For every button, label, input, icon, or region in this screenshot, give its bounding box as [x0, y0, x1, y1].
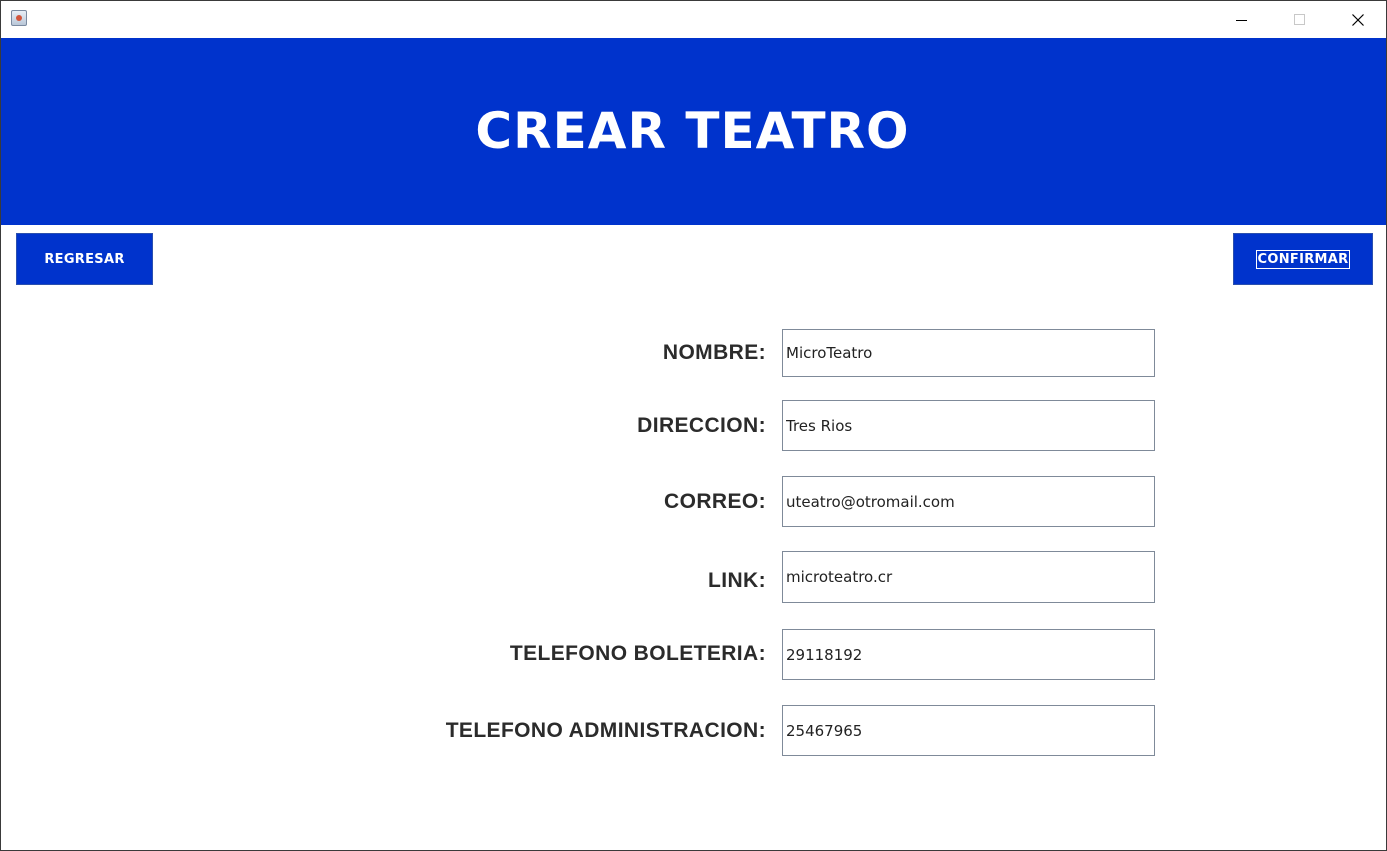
- app-window: CREAR TEATRO REGRESAR CONFIRMAR NOMBRE: …: [0, 0, 1387, 851]
- direccion-label: DIRECCION:: [637, 414, 766, 437]
- close-icon: [1352, 13, 1364, 26]
- confirm-button-label: CONFIRMAR: [1255, 249, 1351, 269]
- close-button[interactable]: [1335, 1, 1381, 38]
- telefono-administracion-label: TELEFONO ADMINISTRACION:: [445, 719, 766, 742]
- telefono-boleteria-label: TELEFONO BOLETERIA:: [509, 642, 766, 665]
- back-button-label: REGRESAR: [44, 251, 125, 267]
- maximize-button[interactable]: [1277, 1, 1323, 38]
- nombre-input[interactable]: [782, 329, 1155, 377]
- page-title: CREAR TEATRO: [475, 101, 910, 160]
- nombre-label: NOMBRE:: [662, 341, 766, 364]
- correo-label: CORREO:: [664, 490, 766, 513]
- telefono-boleteria-input[interactable]: [782, 629, 1155, 680]
- link-input[interactable]: [782, 551, 1155, 603]
- java-app-icon[interactable]: [11, 10, 27, 26]
- link-label: LINK:: [708, 569, 766, 592]
- page-header: CREAR TEATRO: [1, 38, 1386, 225]
- minimize-icon: [1236, 19, 1247, 21]
- confirm-button[interactable]: CONFIRMAR: [1233, 233, 1373, 285]
- back-button[interactable]: REGRESAR: [16, 233, 153, 285]
- title-bar[interactable]: [1, 1, 1386, 38]
- maximize-icon: [1294, 13, 1305, 25]
- telefono-administracion-input[interactable]: [782, 705, 1155, 756]
- correo-input[interactable]: [782, 476, 1155, 527]
- direccion-input[interactable]: [782, 400, 1155, 451]
- minimize-button[interactable]: [1219, 1, 1265, 38]
